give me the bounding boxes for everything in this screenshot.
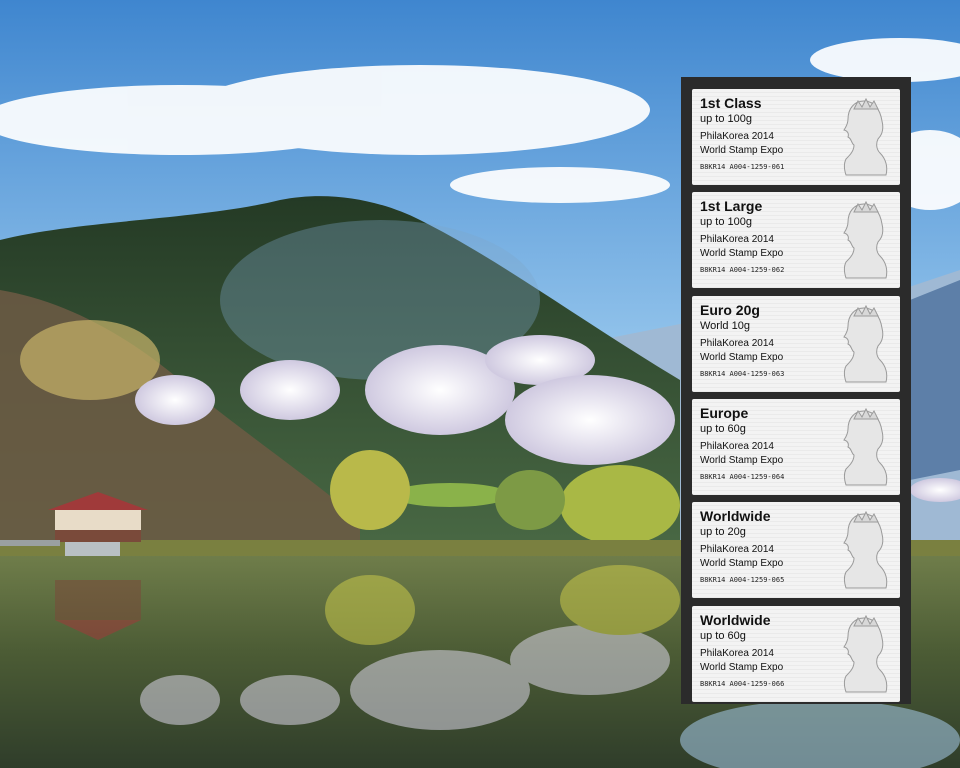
queen-head-icon — [843, 511, 888, 589]
stamp-title: Europe — [700, 404, 749, 421]
postage-stamp: Euro 20g World 10g PhilaKorea 2014 World St… — [692, 295, 900, 392]
stamp-title: Euro 20g — [700, 301, 760, 318]
stamp-weight: up to 20g — [700, 526, 746, 539]
queen-head-icon — [843, 97, 888, 176]
stamp-code: B8KR14 A004-1259-062 — [700, 266, 785, 275]
stamp-code: B8KR14 A004-1259-065 — [700, 576, 785, 585]
stamp-event-name: PhilaKorea 2014 — [700, 337, 774, 349]
stamp-event-subtitle: World Stamp Expo — [700, 145, 784, 156]
stamp-event-name: PhilaKorea 2014 — [700, 234, 774, 246]
stamp-event-subtitle: World Stamp Expo — [700, 558, 784, 570]
stamp-code: B8KR14 A004-1259-063 — [700, 369, 785, 378]
postage-stamp: Worldwide up to 60g PhilaKorea 2014 World S… — [692, 605, 900, 702]
stamp-title: 1st Class — [700, 95, 762, 111]
stamp-event-name: PhilaKorea 2014 — [700, 647, 774, 659]
postage-stamp: Europe up to 60g PhilaKorea 2014 World Stam… — [692, 398, 900, 495]
stamp-weight: World 10g — [700, 319, 750, 332]
postage-stamp: 1st Class up to 100g PhilaKorea 2014 World … — [692, 89, 900, 185]
stamp-weight: up to 60g — [700, 422, 746, 435]
postage-stamp: Worldwide up to 20g PhilaKorea 2014 World S… — [692, 502, 900, 599]
stamp-strip: 1st Class up to 100g PhilaKorea 2014 World … — [681, 77, 911, 704]
stamp-event-subtitle: World Stamp Expo — [700, 454, 784, 466]
stamp-weight: up to 100g — [700, 113, 752, 125]
stamp-title: Worldwide — [700, 611, 771, 628]
stamp-event-subtitle: World Stamp Expo — [700, 351, 784, 363]
postage-stamp: 1st Large up to 100g PhilaKorea 2014 World … — [692, 192, 900, 289]
queen-head-icon — [843, 407, 888, 486]
stamp-code: B8KR14 A004-1259-066 — [700, 679, 785, 688]
stamp-event-name: PhilaKorea 2014 — [700, 440, 774, 452]
queen-head-icon — [843, 304, 888, 383]
stamp-event-name: PhilaKorea 2014 — [700, 544, 774, 556]
queen-head-icon — [843, 201, 888, 279]
stamp-event-subtitle: World Stamp Expo — [700, 248, 784, 260]
stamp-weight: up to 60g — [700, 629, 746, 642]
stamp-code: B8KR14 A004-1259-064 — [700, 472, 785, 481]
yellow-foliage-left — [20, 320, 160, 400]
stamp-code: B8KR14 A004-1259-061 — [700, 163, 785, 171]
queen-head-icon — [843, 614, 888, 692]
distant-ridge — [910, 280, 960, 480]
stamp-title: 1st Large — [700, 198, 763, 215]
stamp-weight: up to 100g — [700, 216, 752, 229]
stamp-event-name: PhilaKorea 2014 — [700, 131, 774, 142]
stamp-title: Worldwide — [700, 508, 771, 525]
stamp-event-subtitle: World Stamp Expo — [700, 661, 784, 673]
